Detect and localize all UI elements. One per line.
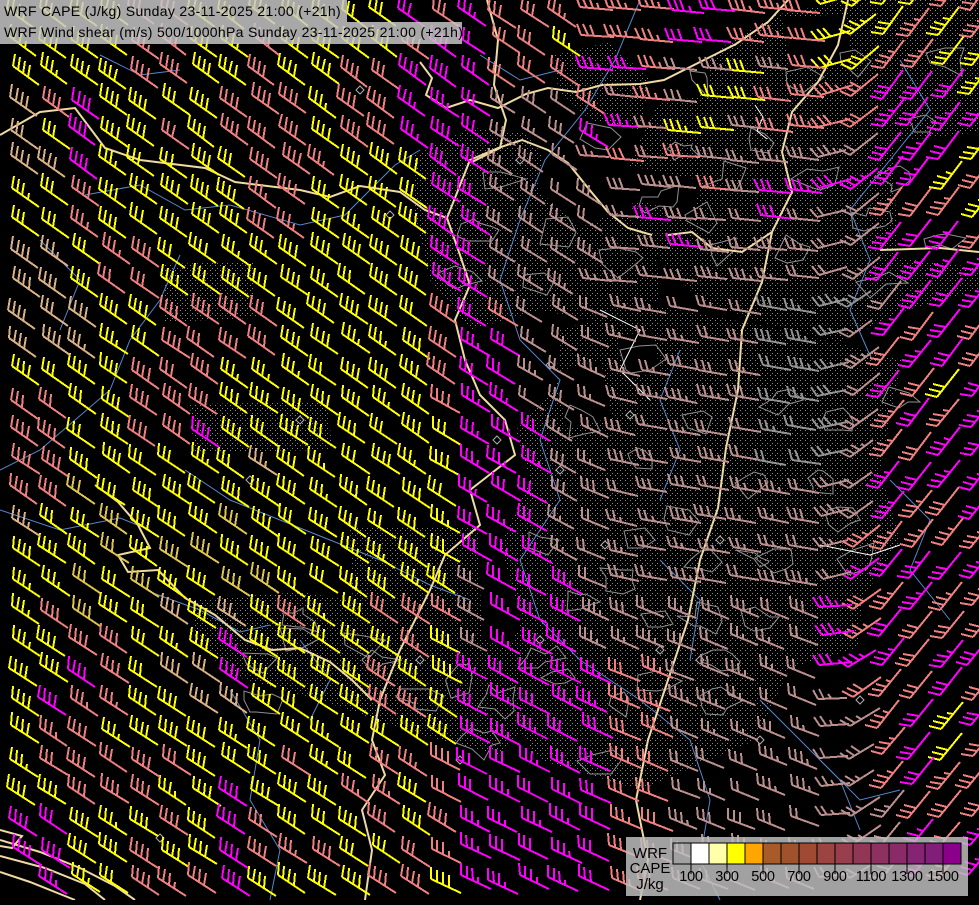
svg-text:WRF CAPE (J/kg) Sunday 23-11-2: WRF CAPE (J/kg) Sunday 23-11-2025 21:00 … bbox=[4, 3, 341, 19]
svg-text:WRF Wind shear (m/s) 500/1000h: WRF Wind shear (m/s) 500/1000hPa Sunday … bbox=[4, 24, 463, 40]
svg-text:700: 700 bbox=[787, 869, 811, 885]
svg-text:500: 500 bbox=[751, 869, 775, 885]
svg-text:300: 300 bbox=[715, 869, 739, 885]
svg-text:J/kg: J/kg bbox=[636, 876, 664, 893]
svg-text:CAPE: CAPE bbox=[630, 860, 671, 877]
svg-text:1500: 1500 bbox=[927, 869, 959, 885]
svg-text:100: 100 bbox=[679, 869, 703, 885]
svg-text:1300: 1300 bbox=[891, 869, 923, 885]
svg-text:900: 900 bbox=[823, 869, 847, 885]
svg-text:1100: 1100 bbox=[856, 869, 887, 885]
